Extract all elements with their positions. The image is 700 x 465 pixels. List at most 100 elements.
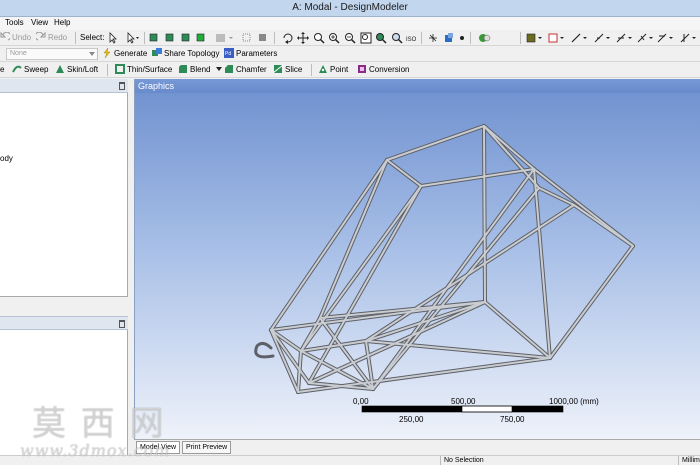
rotate-icon[interactable]	[282, 32, 294, 44]
pin-icon[interactable]	[119, 82, 125, 90]
select-edges-icon[interactable]	[165, 32, 175, 44]
line-tool-icon[interactable]	[594, 32, 612, 44]
tube-highlight	[300, 185, 422, 352]
toolbar-row-2: None Generate Share Topology Pd Parameter…	[0, 46, 700, 62]
vertex-tool-icon[interactable]	[616, 32, 634, 44]
menu-view[interactable]: View	[31, 18, 48, 27]
scale-bar	[361, 405, 564, 413]
tube-highlight	[533, 168, 551, 359]
skin-loft-label: Skin/Loft	[67, 65, 99, 74]
box-zoom-icon[interactable]	[360, 32, 372, 44]
watermark-logo: 莫 西 网	[32, 404, 166, 444]
view-tabs: Model View Print Preview	[134, 439, 700, 455]
select-faces-icon[interactable]	[181, 32, 191, 44]
blend-label: Blend	[190, 65, 211, 74]
tube-highlight	[484, 301, 551, 359]
undo-button[interactable]: Undo	[0, 32, 31, 44]
conversion-icon	[358, 65, 366, 73]
edge-tool-icon[interactable]	[637, 32, 655, 44]
zoom-icon[interactable]	[313, 32, 325, 44]
thin-surface-icon	[115, 64, 125, 74]
slice-icon	[273, 64, 283, 74]
redo-button[interactable]: Redo	[36, 32, 67, 44]
selection-status: No Selection	[444, 457, 484, 464]
point-icon	[319, 65, 327, 73]
skin-loft-button[interactable]: Skin/Loft	[55, 64, 98, 76]
triad-icon[interactable]	[428, 32, 438, 44]
scale-label-750: 750,00	[500, 415, 525, 424]
menu-help[interactable]: Help	[54, 18, 70, 27]
conversion-label: Conversion	[369, 65, 410, 74]
svg-text:ISO: ISO	[406, 37, 417, 43]
generate-button[interactable]: Generate	[102, 48, 147, 60]
svg-text:Pd: Pd	[225, 51, 231, 57]
box-zoom-mode-icon[interactable]	[548, 32, 566, 44]
pan-icon[interactable]	[297, 32, 309, 44]
sweep-button[interactable]: Sweep	[12, 64, 48, 76]
redo-icon	[36, 32, 46, 41]
panel-splitter[interactable]	[0, 296, 128, 316]
scale-label-500: 500,00	[451, 397, 476, 406]
tube-highlight	[549, 245, 634, 359]
toolbar-row-3: e Sweep Skin/Loft Thin/Surface Blend Cha…	[0, 62, 700, 78]
body-tool-icon[interactable]	[680, 32, 698, 44]
face-tool-icon[interactable]	[657, 32, 675, 44]
redo-label: Redo	[48, 33, 68, 42]
window-title: A: Modal - DesignModeler	[292, 2, 408, 13]
tree-panel-header	[0, 79, 128, 93]
extend-selection-icon[interactable]	[215, 32, 235, 44]
zoom-in-icon[interactable]	[328, 32, 340, 44]
tab-print-preview[interactable]: Print Preview	[182, 441, 232, 454]
tube-highlight	[319, 159, 388, 319]
slice-button[interactable]: Slice	[273, 64, 302, 76]
magnifier-icon[interactable]	[391, 32, 403, 44]
pin-icon[interactable]	[119, 320, 125, 328]
scale-label-250: 250,00	[399, 415, 424, 424]
shaded-view-icon[interactable]	[443, 32, 455, 44]
chamfer-icon	[225, 65, 233, 73]
edge-display-icon[interactable]	[571, 32, 589, 44]
refresh-display-icon[interactable]	[478, 32, 492, 44]
tube-highlight	[483, 125, 540, 189]
front-hook	[254, 341, 275, 359]
parameters-label: Parameters	[236, 49, 278, 58]
select-label: Select:	[80, 33, 105, 42]
zoom-fit-icon[interactable]	[375, 32, 387, 44]
tube-highlight	[386, 159, 422, 187]
point-display-icon[interactable]	[458, 32, 466, 44]
box-select-icon[interactable]	[242, 32, 252, 44]
sweep-icon	[12, 65, 22, 73]
tube-highlight	[573, 204, 634, 247]
tube-highlight	[386, 125, 485, 161]
graphics-color-icon[interactable]	[526, 32, 544, 44]
point-label: Point	[330, 65, 349, 74]
tube-highlight	[483, 125, 486, 303]
extrude-button[interactable]: e	[0, 64, 4, 76]
mode-dropdown[interactable]: None	[6, 48, 98, 60]
blend-button[interactable]: Blend	[178, 64, 222, 76]
point-button[interactable]: Point	[318, 64, 348, 76]
parameters-icon: Pd	[224, 48, 234, 58]
tree-item-body[interactable]: ody	[0, 154, 13, 163]
menu-tools[interactable]: Tools	[5, 18, 24, 27]
chevron-down-icon	[89, 52, 95, 56]
select-filter-icon[interactable]	[126, 32, 140, 44]
chamfer-button[interactable]: Chamfer	[224, 64, 267, 76]
parameters-button[interactable]: Pd Parameters	[224, 48, 277, 60]
thin-surface-button[interactable]: Thin/Surface	[115, 64, 172, 76]
blend-icon	[179, 65, 187, 73]
graphics-viewport[interactable]: Graphics 0,00 500,00 1000,00 (mm) 250,00…	[134, 79, 700, 439]
sweep-label: Sweep	[24, 65, 49, 74]
select-bodies-icon[interactable]	[196, 32, 206, 44]
tube-highlight	[270, 159, 388, 331]
iso-view-icon[interactable]: ISO	[405, 32, 419, 44]
conversion-button[interactable]: Conversion	[357, 64, 409, 76]
roll-cage-model[interactable]	[135, 79, 700, 439]
select-all-icon[interactable]	[258, 32, 268, 44]
mode-value: None	[10, 50, 27, 57]
zoom-out-icon[interactable]	[344, 32, 356, 44]
select-mode-icon[interactable]	[108, 32, 120, 44]
tube-highlight	[297, 357, 551, 393]
share-topology-button[interactable]: Share Topology	[152, 48, 219, 60]
select-points-icon[interactable]	[149, 32, 159, 44]
